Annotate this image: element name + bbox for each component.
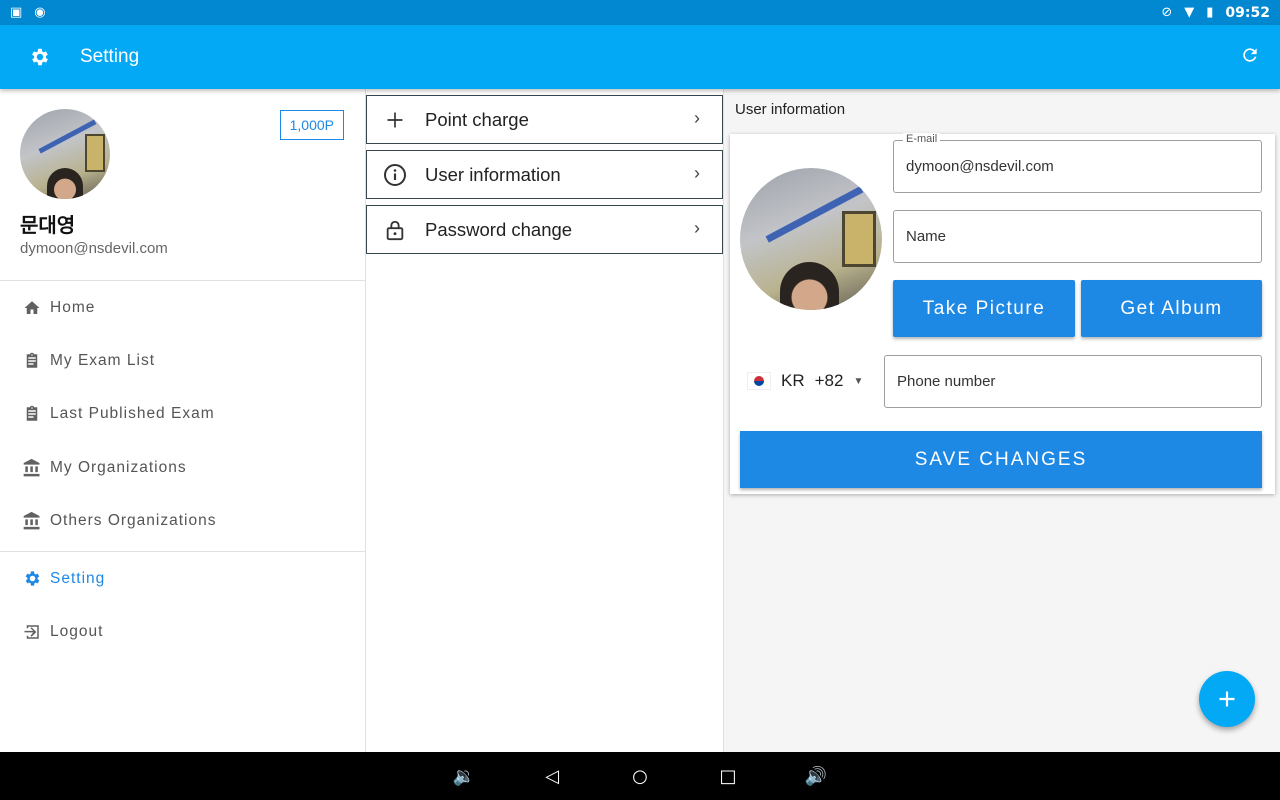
home-circle-icon[interactable]: ○ [626, 766, 654, 787]
name-input[interactable]: Name [893, 210, 1262, 263]
sidebar-item-last-published-exam[interactable]: Last Published Exam [0, 388, 365, 441]
image-notification-icon: ▣ [10, 5, 23, 20]
get-album-button[interactable]: Get Album [1081, 280, 1262, 337]
menu-item-point-charge[interactable]: Point charge › [366, 95, 723, 144]
panel-title: User information [735, 101, 846, 118]
settings-menu: Point charge › User information › Passwo… [366, 89, 724, 752]
clock: 09:52 [1225, 4, 1270, 21]
drawer-menu: Home My Exam List Last Published Exam My… [0, 281, 365, 659]
battery-icon: ▮ [1206, 5, 1214, 20]
save-changes-button[interactable]: SAVE CHANGES [740, 431, 1262, 488]
system-navigation-bar: 🔉 ◁ ○ □ 🔊 [0, 752, 1280, 800]
menu-item-label: User information [425, 163, 561, 185]
country-code-picker[interactable]: KR +82 ▼ [747, 355, 863, 407]
email-value: dymoon@nsdevil.com [906, 158, 1054, 175]
user-info-card: E-mail dymoon@nsdevil.com Name Take Pict… [730, 133, 1275, 494]
caret-down-icon: ▼ [853, 375, 864, 387]
page-title: Setting [80, 46, 140, 67]
wifi-icon: ▼ [1184, 5, 1195, 20]
sidebar-item-my-exam-list[interactable]: My Exam List [0, 334, 365, 387]
back-icon[interactable]: ◁ [538, 766, 566, 787]
app-bar: Setting [0, 25, 1280, 89]
volume-up-icon[interactable]: 🔊 [802, 766, 830, 787]
lock-icon [383, 218, 407, 242]
user-information-panel: User information E-mail dymoon@nsdevil.c… [724, 89, 1280, 752]
menu-item-user-information[interactable]: User information › [366, 150, 723, 199]
chevron-right-icon: › [694, 108, 700, 128]
recents-icon[interactable]: □ [714, 766, 742, 787]
user-email: dymoon@nsdevil.com [20, 240, 168, 257]
chevron-right-icon: › [694, 218, 700, 238]
country-code: KR [781, 371, 805, 390]
menu-item-password-change[interactable]: Password change › [366, 205, 723, 254]
sidebar-item-label: Logout [50, 623, 104, 641]
volume-down-icon[interactable]: 🔉 [450, 766, 478, 787]
navigation-drawer: 1,000P 문대영 dymoon@nsdevil.com Home My Ex… [0, 89, 366, 752]
logout-icon [22, 622, 42, 642]
refresh-icon[interactable] [1240, 45, 1260, 71]
profile-header: 1,000P 문대영 dymoon@nsdevil.com [0, 89, 365, 281]
institution-icon [22, 511, 42, 531]
sidebar-item-setting[interactable]: Setting [0, 552, 365, 605]
name-placeholder: Name [906, 228, 947, 245]
home-icon [22, 298, 42, 318]
sidebar-item-label: My Exam List [50, 352, 156, 370]
sidebar-item-home[interactable]: Home [0, 281, 365, 334]
points-badge[interactable]: 1,000P [279, 110, 344, 140]
profile-photo[interactable] [740, 168, 882, 310]
sidebar-item-label: Last Published Exam [50, 405, 215, 423]
info-icon [383, 163, 407, 187]
chevron-right-icon: › [694, 163, 700, 183]
sidebar-item-label: Setting [50, 569, 106, 587]
user-name: 문대영 [20, 213, 76, 237]
avatar [20, 109, 110, 199]
status-bar: ▣ ◉ ⊘ ▼ ▮ 09:52 [0, 0, 1280, 25]
institution-icon [22, 458, 42, 478]
sidebar-item-label: Home [50, 298, 96, 316]
sidebar-item-logout[interactable]: Logout [0, 605, 365, 658]
email-field-label: E-mail [903, 133, 941, 145]
sidebar-item-label: My Organizations [50, 458, 187, 476]
menu-item-label: Password change [425, 218, 573, 240]
android-notification-icon: ◉ [34, 5, 46, 20]
add-fab-button[interactable] [1199, 671, 1255, 727]
phone-number-input[interactable]: Phone number [884, 355, 1262, 408]
clipboard-icon [22, 351, 42, 371]
sidebar-item-label: Others Organizations [50, 512, 217, 530]
sidebar-item-others-organizations[interactable]: Others Organizations [0, 495, 365, 548]
phone-placeholder: Phone number [897, 373, 996, 390]
dial-code: +82 [814, 371, 844, 390]
email-field[interactable]: E-mail dymoon@nsdevil.com [893, 133, 1262, 193]
clipboard-icon [22, 404, 42, 424]
gear-icon [22, 569, 42, 589]
do-not-disturb-icon: ⊘ [1161, 5, 1173, 20]
sidebar-item-my-organizations[interactable]: My Organizations [0, 441, 365, 494]
take-picture-button[interactable]: Take Picture [893, 280, 1075, 337]
plus-icon [383, 108, 407, 132]
menu-item-label: Point charge [425, 108, 529, 130]
gear-icon [0, 46, 80, 68]
korea-flag-icon [747, 372, 771, 390]
